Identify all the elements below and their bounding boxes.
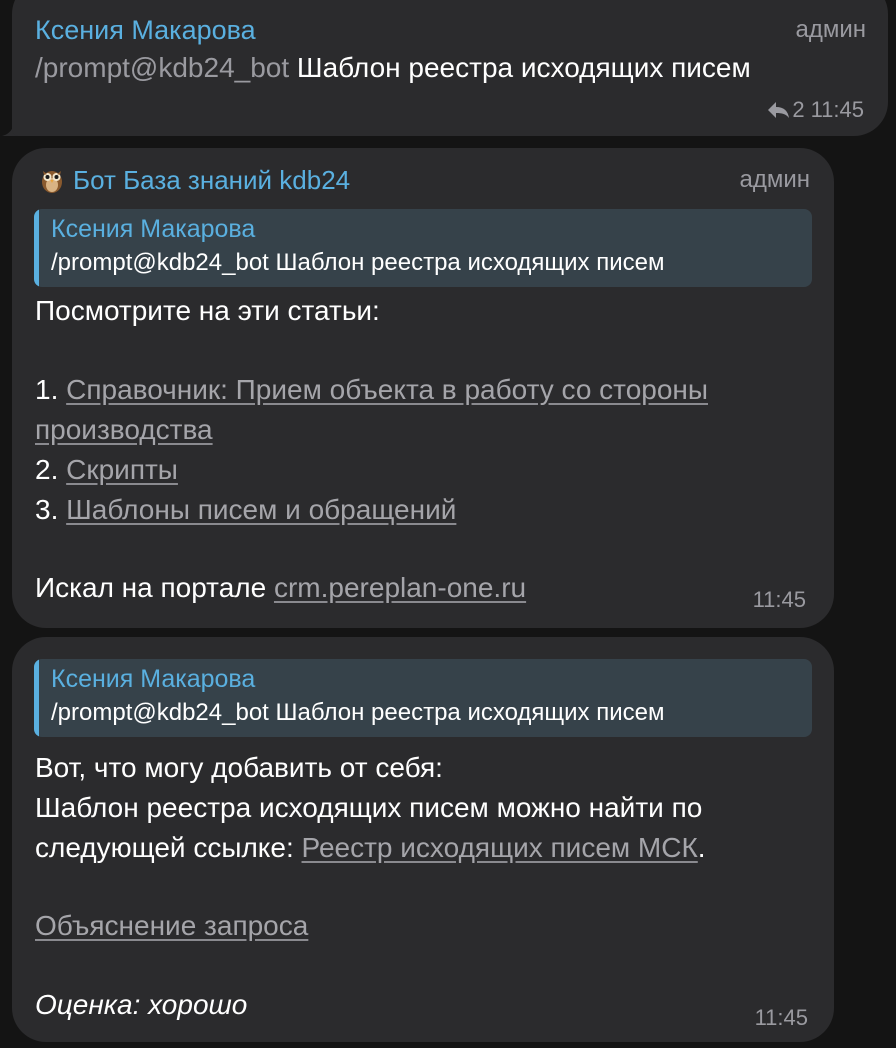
link-prefix: следующей ссылке: [35,832,294,863]
bot-command[interactable]: /prompt@kdb24_bot [35,52,289,83]
item-number: 3. [35,494,59,525]
sender-name[interactable]: Ксения Макарова [35,14,256,46]
message-text: следующей ссылке: Реестр исходящих писем… [35,828,706,868]
message-time: 11:45 [754,1005,808,1030]
reply-text: /prompt@kdb24_bot Шаблон реестра исходящ… [51,249,665,276]
message-bubble[interactable]: Ксения Макарова админ /prompt@kdb24_bot … [12,0,888,136]
reply-count[interactable]: 2 [792,97,804,123]
reply-arrow-icon[interactable] [766,100,790,120]
admin-badge: админ [739,166,810,193]
article-link[interactable]: Скрипты [66,454,178,485]
reply-text: /prompt@kdb24_bot Шаблон реестра исходящ… [51,699,665,726]
search-prefix: Искал на портале [35,572,267,603]
owl-icon [40,166,64,194]
article-link[interactable]: Шаблоны писем и обращений [66,494,456,525]
message-time: 11:45 [810,97,864,122]
list-item: 3. Шаблоны писем и обращений [35,490,456,530]
message-time: 11:45 [752,587,806,612]
link-suffix: . [697,832,706,863]
explain-query-link[interactable]: Объяснение запроса [35,910,308,941]
intro-text: Посмотрите на эти статьи: [35,295,380,326]
item-number: 2. [35,454,59,485]
message-text: /prompt@kdb24_bot Шаблон реестра исходящ… [35,48,870,88]
list-item-continued: производства [35,410,213,450]
registry-link[interactable]: Реестр исходящих писем МСК [302,832,698,863]
explain-query: Объяснение запроса [35,906,308,946]
portal-link[interactable]: crm.pereplan-one.ru [274,572,526,603]
reply-bar [34,659,39,737]
sender-name[interactable]: Бот База знаний kdb24 [73,164,350,196]
list-item: 1. Справочник: Прием объекта в работу со… [35,370,708,410]
command-argument: Шаблон реестра исходящих писем [296,52,751,83]
message-bubble[interactable]: Бот База знаний kdb24 админ Ксения Макар… [12,148,834,628]
admin-badge: админ [795,16,866,43]
message-bubble[interactable]: Ксения Макарова /prompt@kdb24_bot Шаблон… [12,637,834,1042]
message-text: Шаблон реестра исходящих писем можно най… [35,792,703,823]
article-link-continued[interactable]: производства [35,414,213,445]
reply-quote[interactable]: Ксения Макарова /prompt@kdb24_bot Шаблон… [34,659,812,737]
reply-bar [34,209,39,287]
message-meta: 2 11:45 [766,97,864,123]
item-number: 1. [35,374,59,405]
article-link[interactable]: Справочник: Прием объекта в работу со ст… [66,374,708,405]
search-source: Искал на портале crm.pereplan-one.ru [35,568,526,608]
reply-sender: Ксения Макарова [51,665,256,693]
message-text: Вот, что могу добавить от себя: [35,752,443,783]
reply-sender: Ксения Макарова [51,215,256,243]
rating-text: Оценка: хорошо [35,989,248,1020]
reply-quote[interactable]: Ксения Макарова /prompt@kdb24_bot Шаблон… [34,209,812,287]
chat-area: Ксения Макарова админ /prompt@kdb24_bot … [0,0,896,1048]
list-item: 2. Скрипты [35,450,178,490]
